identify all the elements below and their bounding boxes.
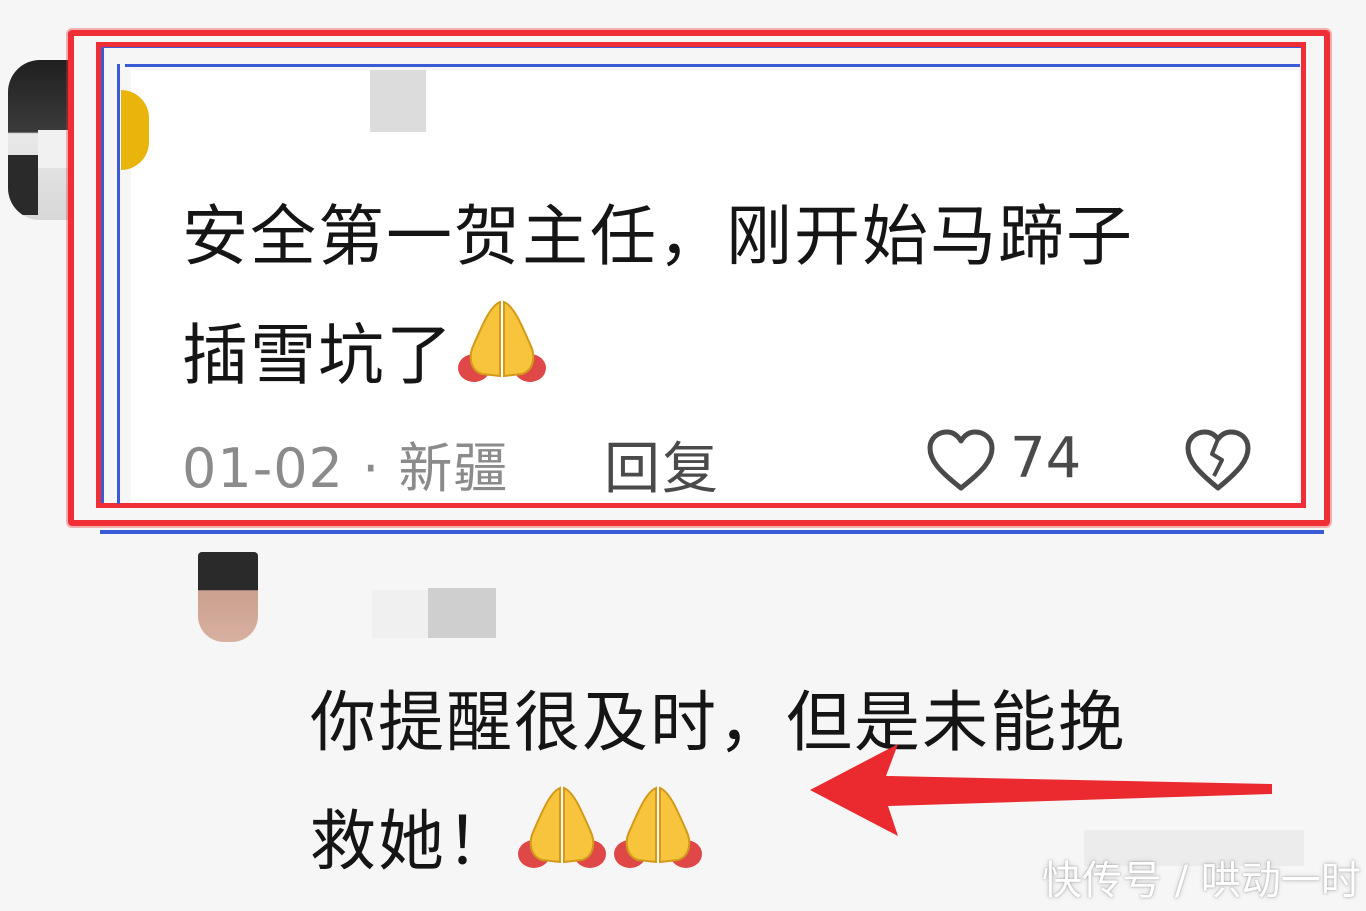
highlight-line (117, 64, 120, 504)
broken-heart-icon[interactable] (1184, 428, 1252, 494)
heart-icon[interactable] (926, 428, 996, 494)
folded-hands-icon (610, 782, 706, 911)
avatar[interactable] (198, 552, 258, 642)
username-blurred[interactable] (428, 588, 496, 638)
highlight-line (125, 64, 1300, 67)
comment-meta: 01-02 · 新疆 回复 74 (182, 420, 1282, 502)
annotation-arrow (806, 740, 1276, 840)
comment-date-location: 01-02 · 新疆 (182, 437, 509, 500)
like-count: 74 (1010, 426, 1082, 491)
avatar-mosaic (8, 155, 38, 215)
folded-hands-icon (514, 782, 610, 911)
comment-text-line-2: 插雪坑了 (182, 317, 454, 394)
avatar-mosaic (38, 130, 70, 168)
watermark: 快传号 / 哄动一时 (1042, 858, 1361, 904)
highlight-line (100, 530, 1324, 534)
reply-text-line-2: 救她！ (310, 803, 514, 880)
comment-text: 安全第一贺主任，刚开始马蹄子 插雪坑了 (182, 178, 1282, 425)
reply-button[interactable]: 回复 (604, 424, 720, 505)
comment-text-line: 插雪坑了 (182, 296, 1282, 425)
comment-text-line: 安全第一贺主任，刚开始马蹄子 (182, 198, 1134, 275)
username-blurred[interactable] (370, 70, 426, 132)
avatar[interactable] (8, 60, 70, 220)
folded-hands-icon (454, 296, 550, 425)
username-blurred[interactable] (372, 590, 428, 638)
